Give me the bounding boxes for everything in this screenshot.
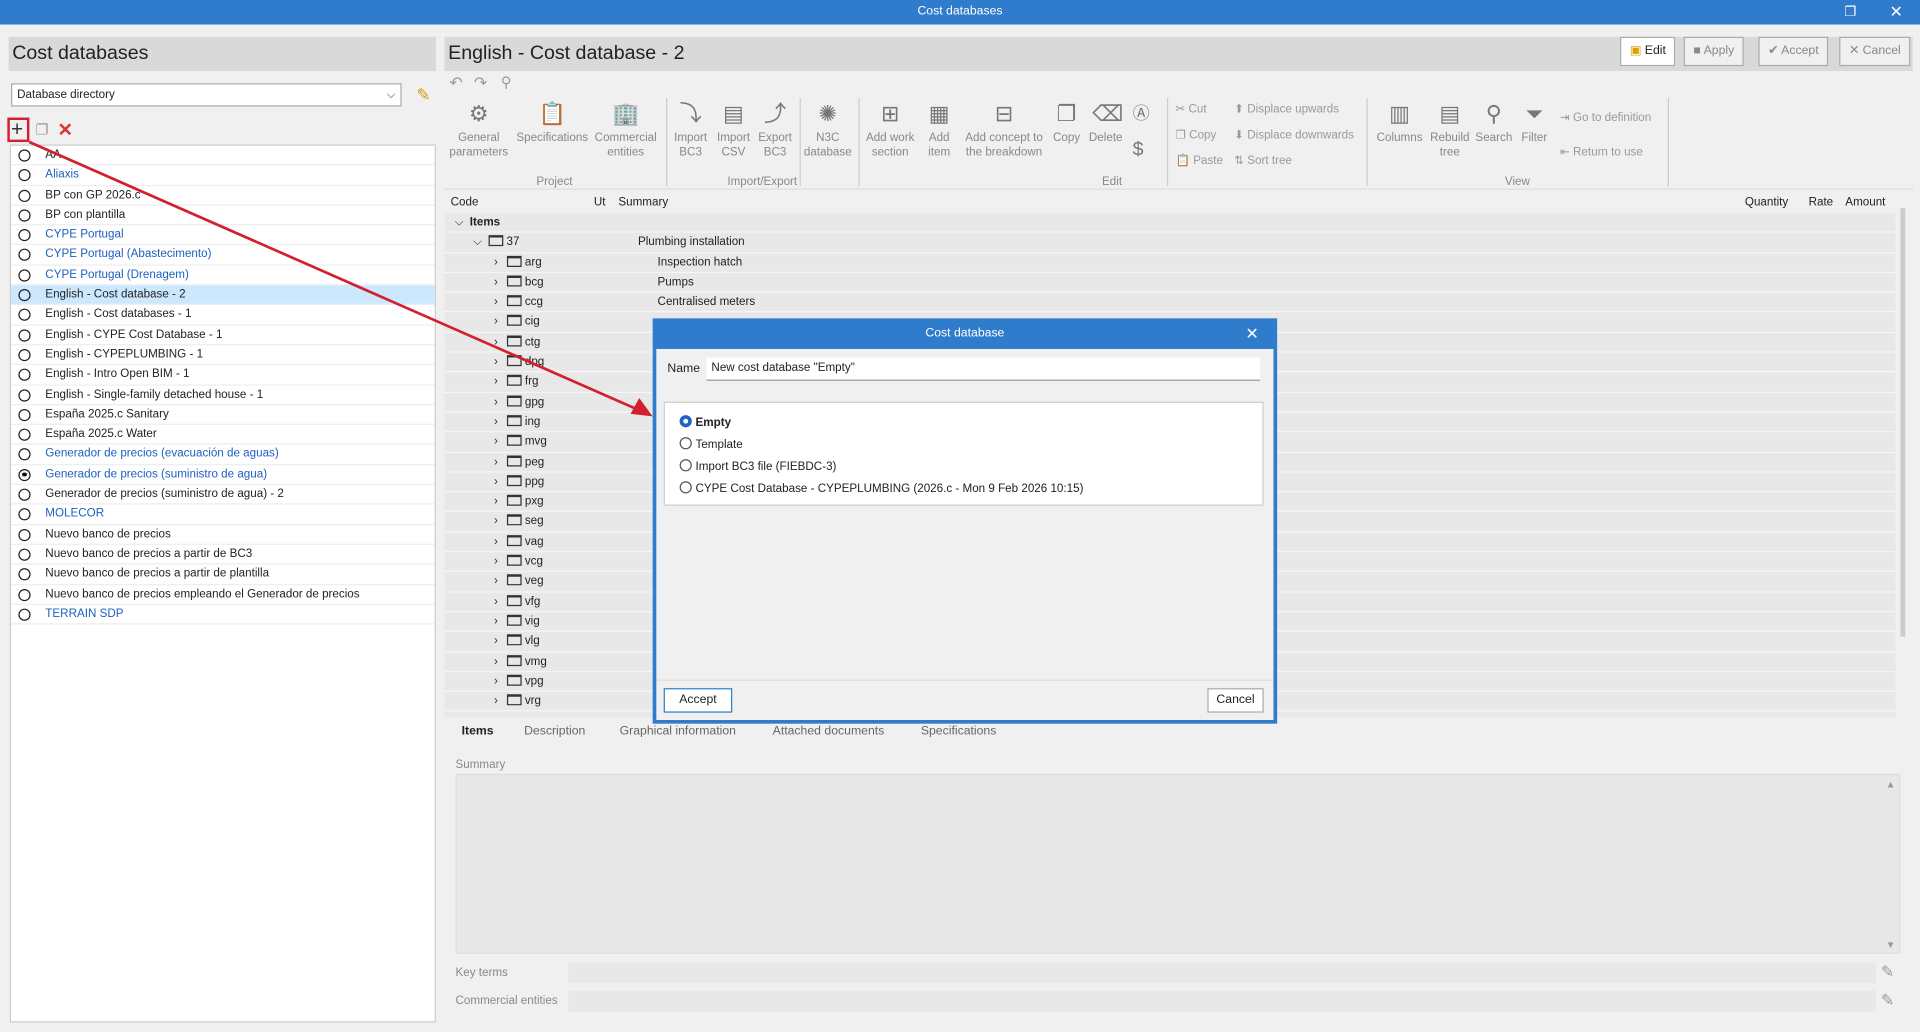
annotation-arrow [28, 140, 653, 417]
